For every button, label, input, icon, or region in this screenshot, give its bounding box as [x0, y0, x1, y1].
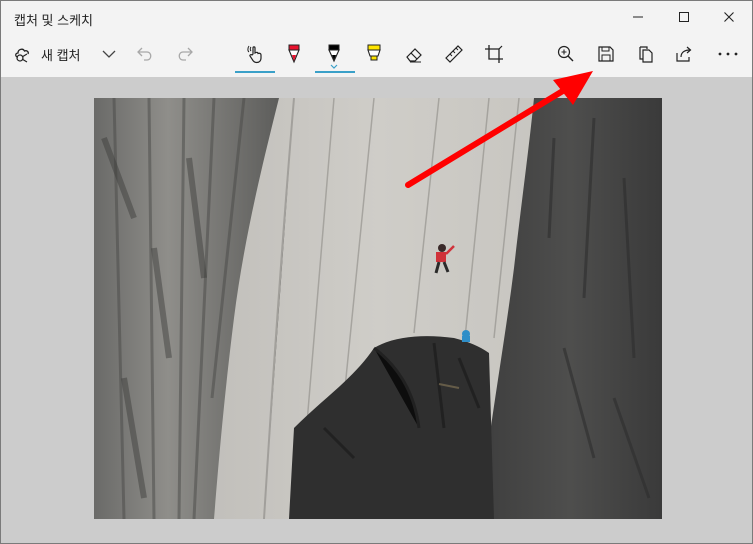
undo-icon [136, 45, 154, 63]
ballpoint-pen-icon [284, 43, 304, 65]
redo-icon [176, 45, 194, 63]
minimize-icon [632, 11, 644, 23]
crop-button[interactable] [479, 39, 509, 69]
zoom-in-icon [556, 44, 576, 64]
title-bar: 캡처 및 스케치 [1, 1, 752, 33]
share-button[interactable] [669, 39, 699, 69]
more-options-button[interactable] [713, 39, 743, 69]
touch-writing-button[interactable] [239, 39, 273, 69]
highlighter-button[interactable] [359, 39, 389, 69]
chevron-down-icon [102, 49, 116, 59]
new-capture-dropdown[interactable] [97, 39, 121, 69]
save-icon [596, 44, 616, 64]
redo-button[interactable] [172, 39, 198, 69]
crop-icon [484, 44, 504, 64]
minimize-button[interactable] [615, 1, 661, 33]
canvas-area [1, 77, 752, 543]
close-icon [723, 11, 735, 23]
undo-button[interactable] [132, 39, 158, 69]
ruler-icon [444, 44, 464, 64]
maximize-button[interactable] [661, 1, 707, 33]
close-button[interactable] [706, 1, 752, 33]
more-icon [717, 51, 739, 57]
captured-image [94, 98, 662, 519]
pencil-options-chevron[interactable] [327, 63, 341, 71]
toolbar: 새 캡처 [1, 33, 752, 77]
chevron-down-icon [329, 64, 339, 70]
eraser-button[interactable] [399, 39, 429, 69]
copy-button[interactable] [631, 39, 661, 69]
new-capture-label: 새 캡처 [41, 47, 81, 63]
new-capture-icon [13, 44, 33, 64]
climber-blue [462, 330, 470, 342]
share-icon [674, 44, 694, 64]
zoom-in-button[interactable] [551, 39, 581, 69]
maximize-icon [678, 11, 690, 23]
pencil-active-indicator [315, 71, 355, 73]
copy-icon [636, 44, 656, 64]
ballpoint-pen-button[interactable] [279, 39, 309, 69]
touch-writing-icon [246, 44, 266, 64]
eraser-icon [404, 44, 424, 64]
ruler-button[interactable] [439, 39, 469, 69]
touch-writing-active-indicator [235, 71, 275, 73]
pencil-icon [324, 43, 344, 65]
snip-sketch-window: 캡처 및 스케치 새 캡처 [0, 0, 753, 544]
app-title: 캡처 및 스케치 [14, 13, 93, 28]
new-capture-button[interactable]: 새 캡처 [13, 39, 89, 69]
highlighter-icon [364, 43, 384, 65]
save-button[interactable] [591, 39, 621, 69]
